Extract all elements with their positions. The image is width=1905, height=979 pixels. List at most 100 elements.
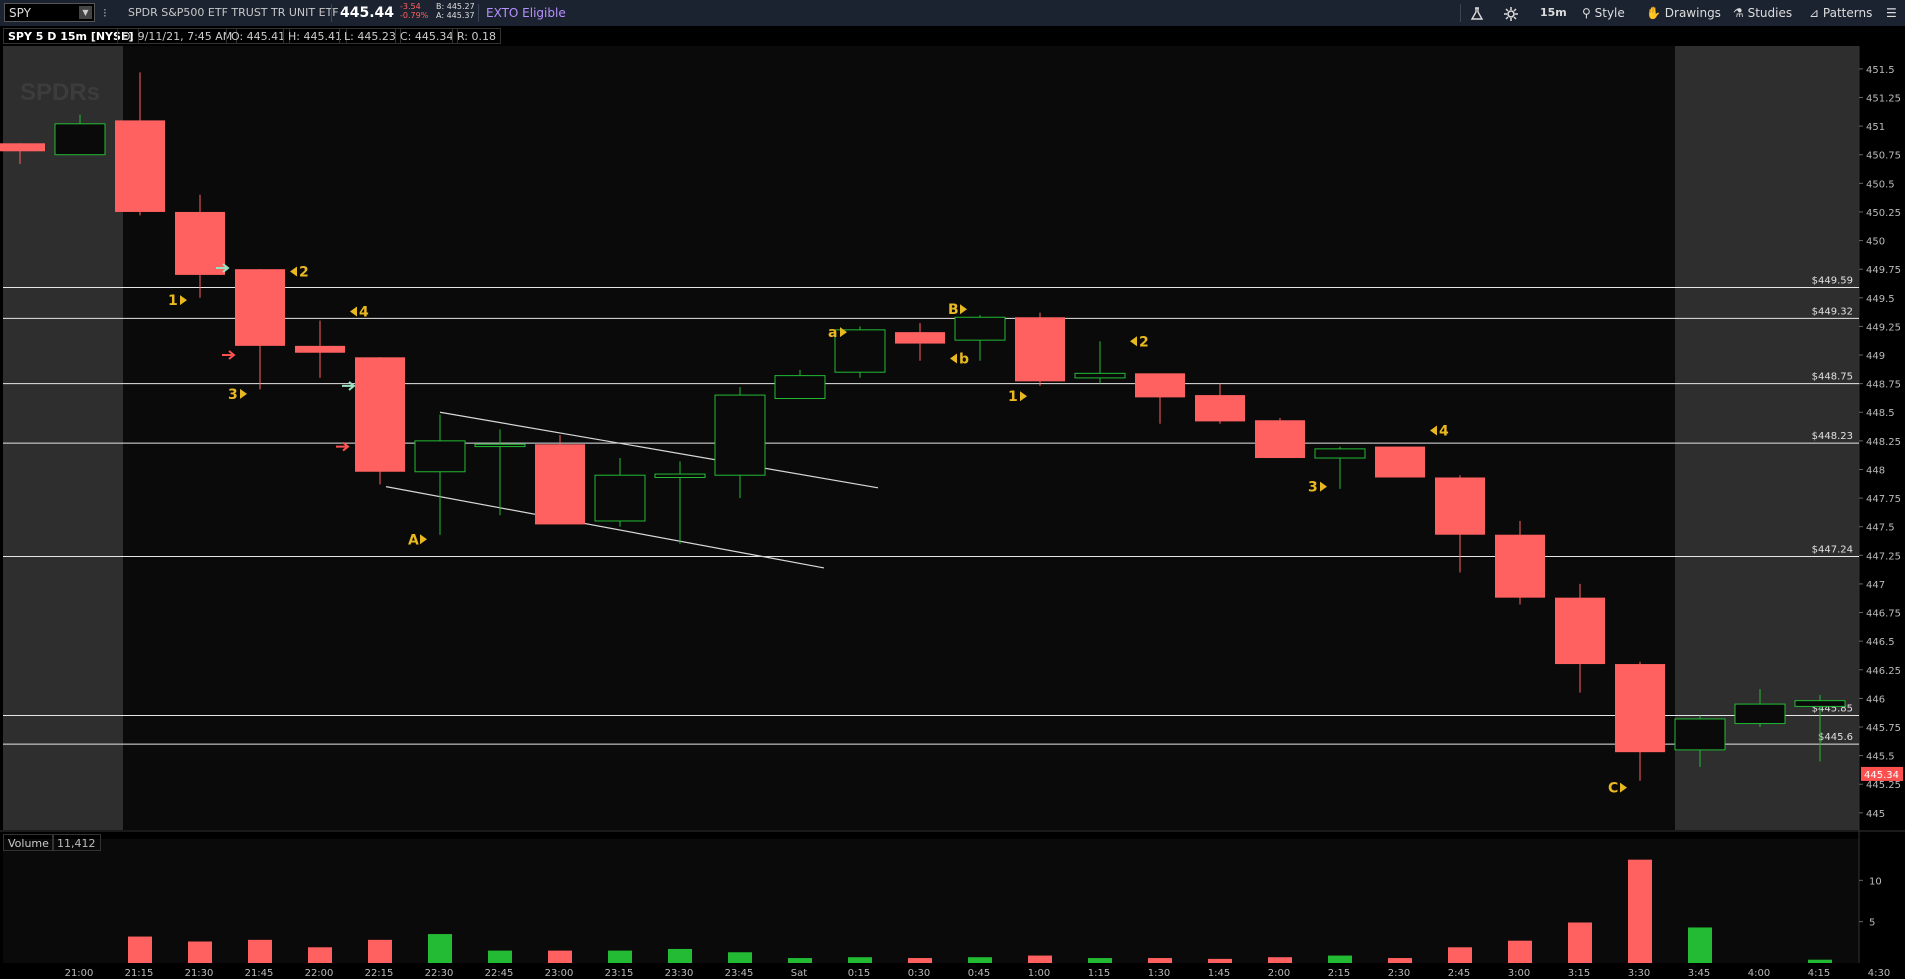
price-chart[interactable]: SPDRs $449.59 $449.32 $448.75 $448.23 $447.2… [0,0,1905,979]
volume-bar [1808,959,1832,963]
volume-bar [128,936,152,963]
volume-bar [248,939,272,963]
volume-bar [308,947,332,963]
x-tick-label: 3:30 [1628,968,1650,979]
price-level-label: $448.23 [1812,431,1853,442]
volume-bar [488,950,512,963]
spdrs-watermark-logo: SPDRs [20,79,100,106]
y-tick-label: 446 [1866,694,1885,705]
candle-body-down [1255,420,1305,459]
wave-label: 4 [359,305,369,321]
candle-body-up [414,440,466,473]
wave-label: 2 [1139,334,1149,350]
candle-body-down [1555,597,1605,665]
wave-label: 1 [1008,389,1018,405]
y-tick-label: 451.5 [1866,65,1895,76]
x-tick-label: 21:30 [185,968,214,979]
candle-body-up [1674,718,1726,751]
x-tick-label: 22:00 [305,968,334,979]
candle-body-down [295,345,345,353]
candle-body-down [1495,534,1545,598]
y-tick-label: 446.5 [1866,637,1895,648]
candle-body-down [1615,664,1665,753]
candle-body-down [175,211,225,275]
y-tick-label: 446.25 [1866,666,1901,677]
volume-bar [668,948,692,963]
candle-body-up [474,443,526,448]
x-tick-label: 2:45 [1448,968,1470,979]
volume-bar [1208,958,1232,963]
x-tick-label: 0:45 [968,968,990,979]
y-tick-label: 450.25 [1866,208,1901,219]
y-tick-label: 449.25 [1866,322,1901,333]
y-tick-label: 447.5 [1866,523,1895,534]
x-tick-label: 3:15 [1568,968,1590,979]
candle-body-up [1734,703,1786,725]
x-tick-label: 23:30 [665,968,694,979]
x-tick-label: 0:15 [848,968,870,979]
candle-body-up [54,123,106,156]
x-tick-label: 2:15 [1328,968,1350,979]
volume-bar [1028,955,1052,963]
candle-body-down [1015,317,1065,382]
x-tick-label: 22:15 [365,968,394,979]
volume-bar [1268,957,1292,963]
candle-body-down [535,444,585,525]
volume-tick-label: 10 [1869,876,1882,887]
candle-body-down [115,120,165,212]
candle-body-down [895,332,945,344]
volume-bar [1388,958,1412,963]
x-tick-label: 21:00 [65,968,94,979]
price-level-label: $448.75 [1812,372,1853,383]
volume-bar [1508,940,1532,963]
wave-label: 2 [299,264,309,280]
x-tick-label: 1:30 [1148,968,1170,979]
wave-label: 1 [168,293,178,309]
y-tick-label: 450.75 [1866,151,1901,162]
x-tick-label: 23:00 [545,968,574,979]
candle-body-down [1375,446,1425,478]
volume-bar [968,957,992,963]
x-tick-label: 1:15 [1088,968,1110,979]
x-tick-label: 1:00 [1028,968,1050,979]
volume-bar [188,941,212,963]
wave-label: a [828,325,837,341]
volume-bar [428,934,452,963]
volume-value: 11,412 [52,834,101,851]
y-tick-label: 445.25 [1866,780,1901,791]
wave-label: 4 [1439,424,1449,440]
x-tick-label: 2:00 [1268,968,1290,979]
candle-body-down [1135,373,1185,398]
volume-bar [368,939,392,963]
candle-body-up [1074,372,1126,379]
x-tick-label: 4:30 [1868,968,1890,979]
volume-bar [1328,955,1352,963]
price-level-label: $445.6 [1818,732,1853,743]
price-level-label: $447.24 [1812,544,1853,555]
candle-body-down [235,269,285,346]
volume-bar [728,952,752,963]
candle-body-up [954,316,1006,341]
y-tick-label: 447 [1866,580,1885,591]
x-tick-label: 3:00 [1508,968,1530,979]
price-level-label: $449.59 [1812,275,1853,286]
x-tick-label: Sat [791,968,807,979]
y-tick-label: 451 [1866,122,1885,133]
y-tick-label: 447.75 [1866,494,1901,505]
x-tick-label: 23:15 [605,968,634,979]
volume-bar [548,950,572,963]
candle-body-up [594,474,646,522]
x-tick-label: 0:30 [908,968,930,979]
volume-bar [1148,958,1172,963]
y-tick-label: 448.25 [1866,437,1901,448]
y-tick-label: 446.75 [1866,609,1901,620]
candle-body-down [355,357,405,472]
volume-bar [848,957,872,963]
volume-bar [1568,922,1592,963]
wave-label: C [1608,781,1618,797]
candle-body-up [654,473,706,478]
y-tick-label: 449.75 [1866,265,1901,276]
y-tick-label: 447.25 [1866,551,1901,562]
volume-bar [788,958,812,963]
y-tick-label: 451.25 [1866,94,1901,105]
